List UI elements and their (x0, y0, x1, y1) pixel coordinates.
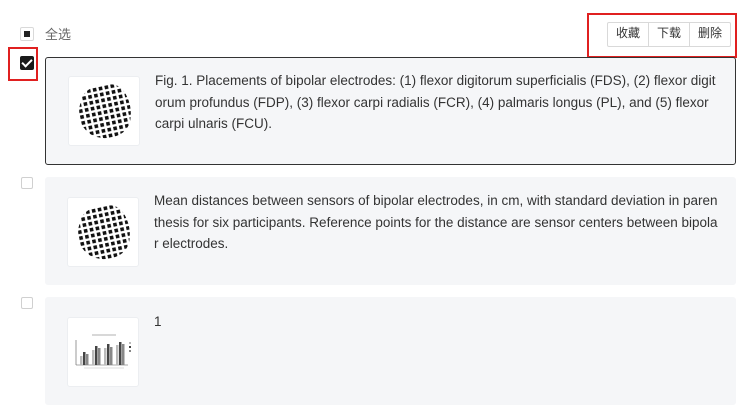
result-thumbnail-3[interactable] (67, 317, 139, 387)
download-button[interactable]: 下载 (649, 23, 691, 46)
select-all-label: 全选 (45, 27, 72, 42)
result-thumbnail-1[interactable] (68, 76, 140, 146)
result-text-1: Fig. 1. Placements of bipolar electrodes… (155, 73, 716, 131)
result-checkbox-2[interactable] (21, 177, 33, 189)
electrode-placement-figure-icon (72, 201, 134, 263)
result-card-2[interactable]: Mean distances between sensors of bipola… (45, 177, 736, 285)
select-all[interactable]: 全选 (20, 24, 71, 43)
result-card-3[interactable]: 1 (45, 297, 736, 405)
result-card-1[interactable]: Fig. 1. Placements of bipolar electrodes… (45, 57, 736, 165)
result-text-3: 1 (154, 314, 162, 329)
result-text-2: Mean distances between sensors of bipola… (154, 193, 718, 251)
favorite-button[interactable]: 收藏 (608, 23, 650, 46)
action-toolbar: 收藏 下载 删除 (607, 22, 732, 47)
bar-chart-figure-icon (70, 332, 136, 372)
delete-button[interactable]: 删除 (690, 23, 730, 46)
select-all-checkbox[interactable] (20, 26, 34, 41)
electrode-placement-figure-icon (73, 80, 135, 142)
result-checkbox-1[interactable] (20, 56, 34, 70)
result-checkbox-3[interactable] (21, 297, 33, 309)
result-thumbnail-2[interactable] (67, 197, 139, 267)
